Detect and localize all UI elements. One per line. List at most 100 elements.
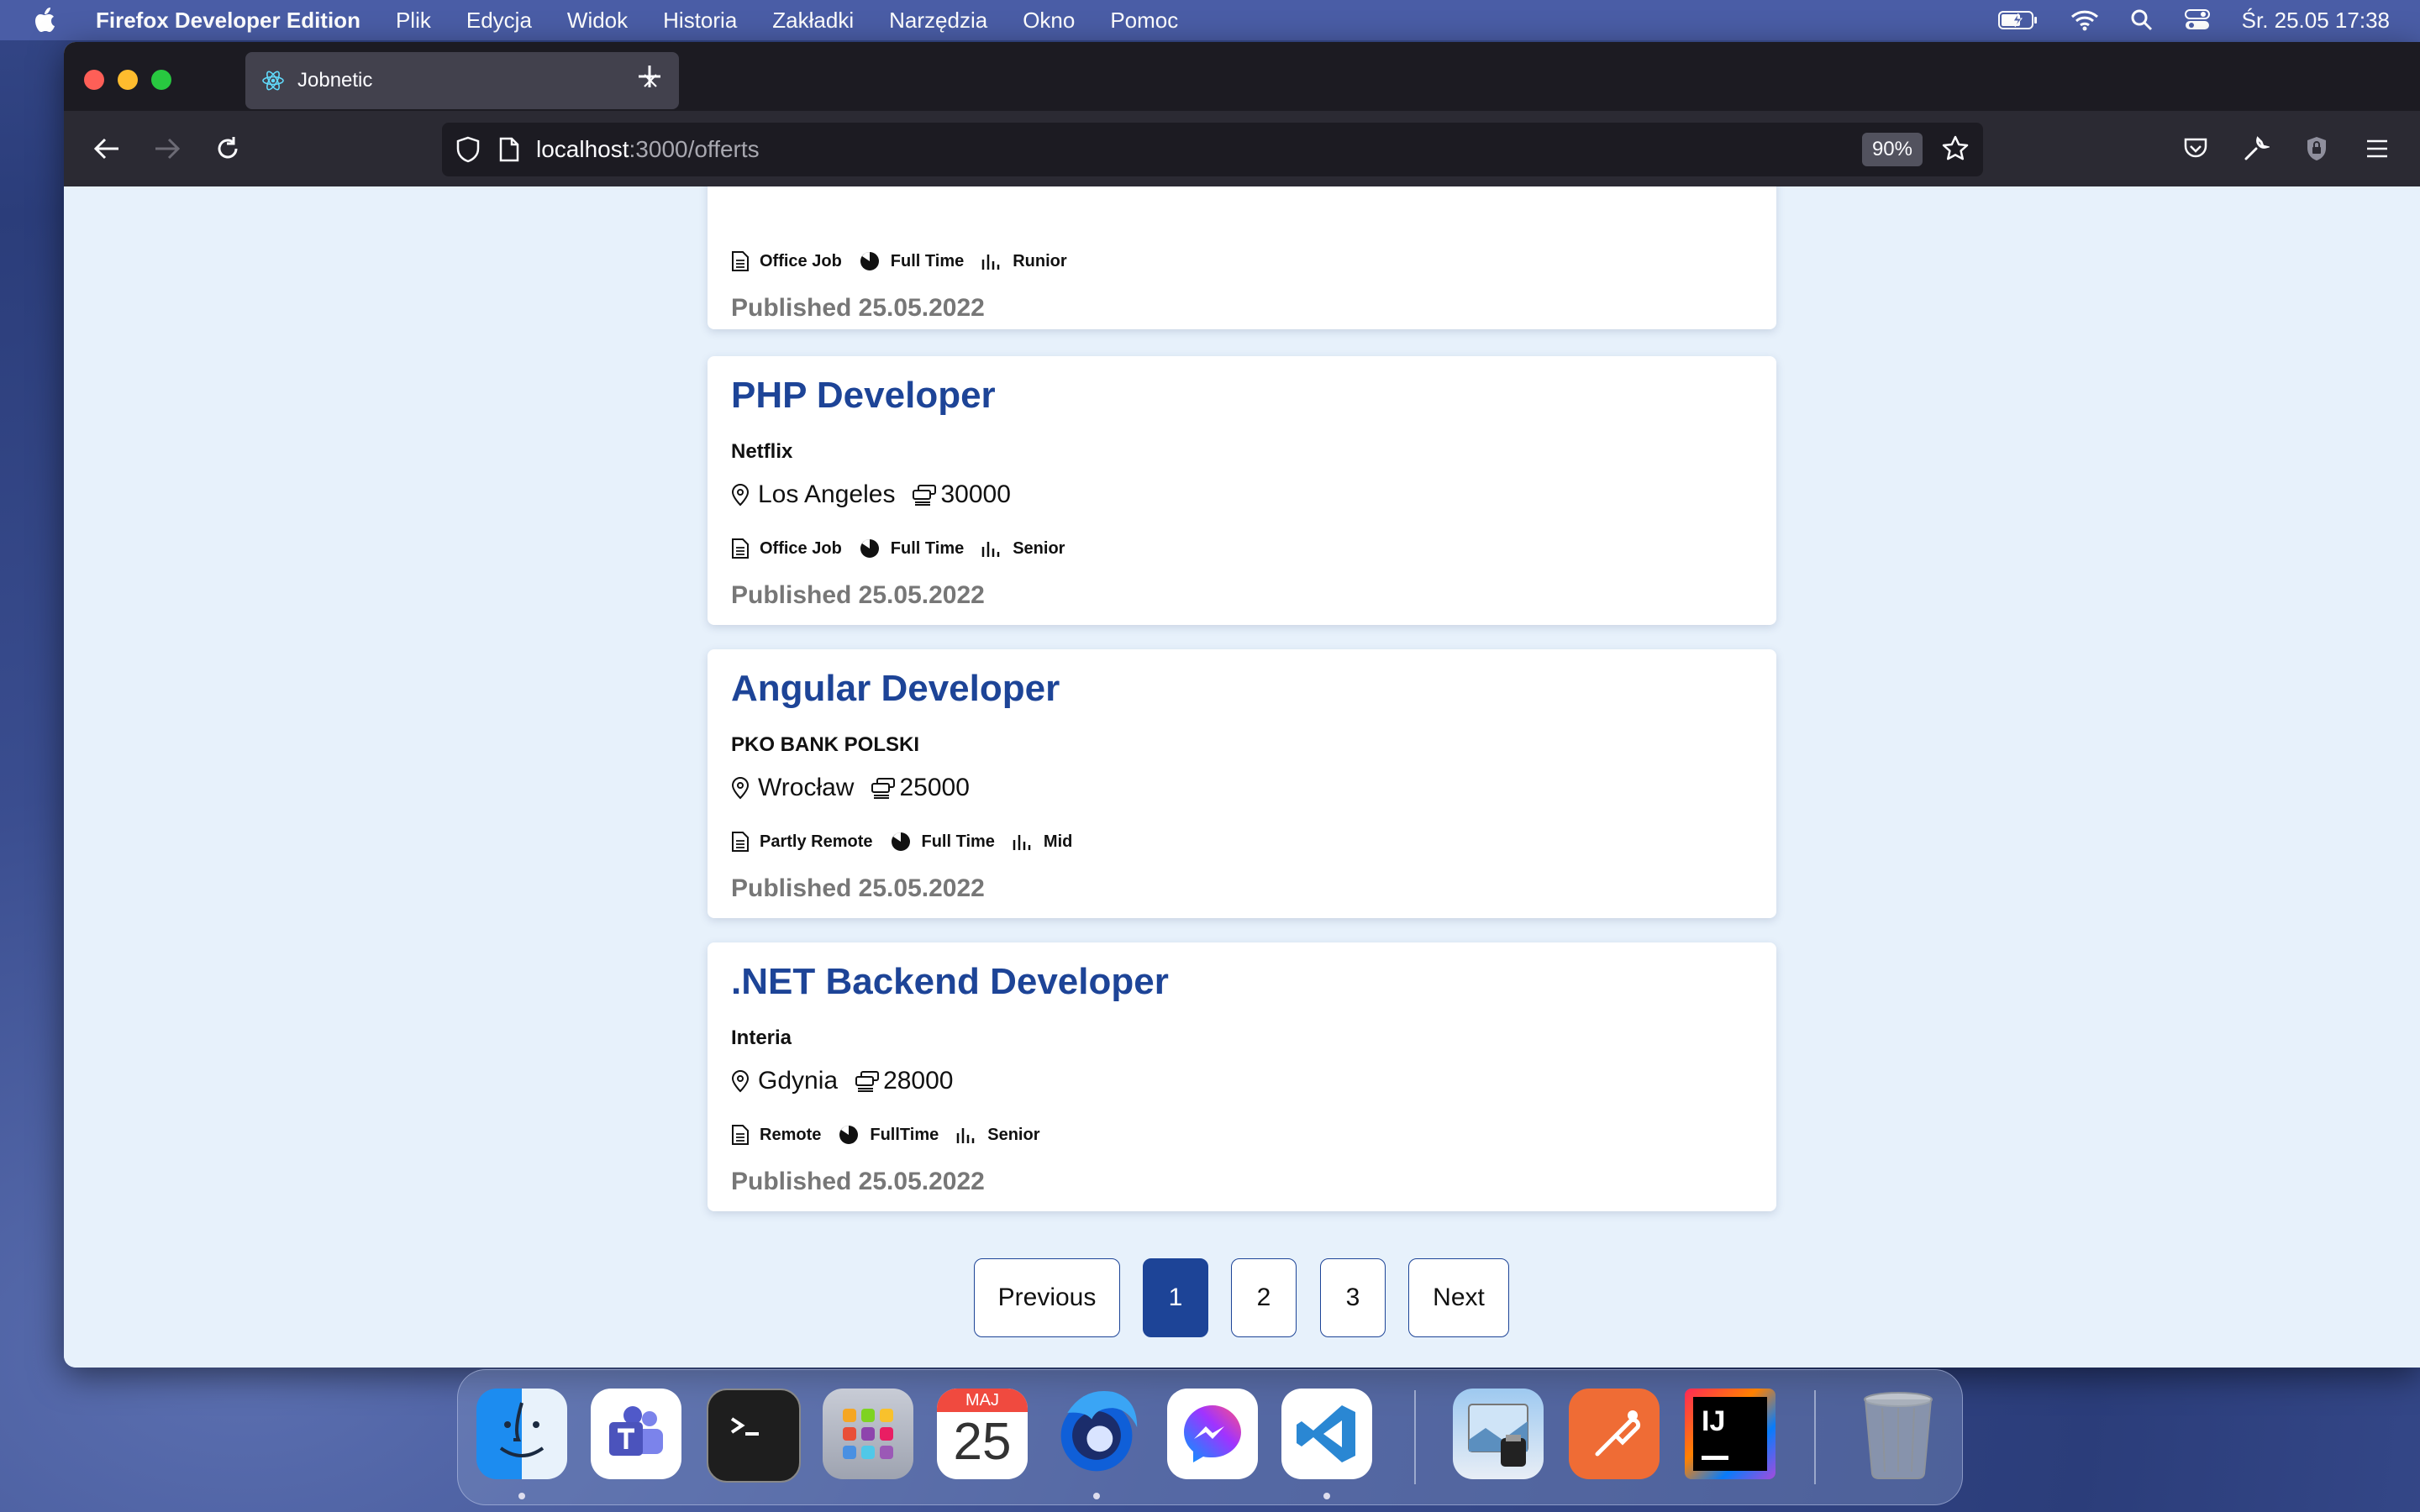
previous-page-button[interactable]: Previous xyxy=(974,1258,1120,1337)
time-label: Full Time xyxy=(890,251,965,270)
calendar-month: MAJ xyxy=(937,1389,1028,1412)
url-bar[interactable]: localhost:3000/offerts 90% xyxy=(442,123,1983,176)
page-info-icon[interactable] xyxy=(499,137,519,162)
level-label: Runior xyxy=(1013,251,1067,270)
page-3-button[interactable]: 3 xyxy=(1320,1258,1386,1337)
menu-edycja[interactable]: Edycja xyxy=(466,8,532,34)
firefox-icon[interactable] xyxy=(1051,1389,1142,1479)
page-2-button[interactable]: 2 xyxy=(1231,1258,1297,1337)
intellij-icon[interactable]: IJ xyxy=(1685,1389,1776,1479)
offer-title[interactable]: .NET Backend Developer xyxy=(731,961,1169,1003)
vscode-icon[interactable] xyxy=(1281,1389,1372,1479)
launchpad-icon[interactable] xyxy=(823,1389,913,1479)
window-close-button[interactable] xyxy=(84,70,104,90)
dock-separator xyxy=(1814,1390,1816,1484)
running-indicator xyxy=(1323,1493,1330,1499)
offer-location: Gdynia xyxy=(758,1067,839,1095)
location-pin-icon xyxy=(731,776,750,800)
next-page-button[interactable]: Next xyxy=(1408,1258,1509,1337)
level-tag: Mid xyxy=(1012,832,1072,852)
menu-narzedzia[interactable]: Narzędzia xyxy=(889,8,987,34)
menu-historia[interactable]: Historia xyxy=(663,8,737,34)
react-favicon-icon xyxy=(260,68,286,93)
menu-zakladki[interactable]: Zakładki xyxy=(772,8,854,34)
time-tag: FullTime xyxy=(838,1124,939,1146)
offer-tags: Office Job Full Time Senior xyxy=(731,538,1081,559)
dock: MAJ 25 IJ xyxy=(457,1369,1963,1505)
bar-level-icon xyxy=(956,1128,975,1143)
menu-widok[interactable]: Widok xyxy=(567,8,628,34)
reload-icon[interactable] xyxy=(208,129,247,168)
published-date: Published 25.05.2022 xyxy=(731,294,985,322)
work-mode-tag: Office Job xyxy=(731,538,842,559)
postman-icon[interactable] xyxy=(1569,1389,1660,1479)
forward-arrow-icon[interactable] xyxy=(148,129,187,168)
time-tag: Full Time xyxy=(859,538,964,559)
window-minimize-button[interactable] xyxy=(118,70,138,90)
teams-icon[interactable] xyxy=(591,1389,681,1479)
apple-menu-icon[interactable] xyxy=(34,7,59,34)
pocket-icon[interactable] xyxy=(2176,129,2215,168)
job-offer-card[interactable]: Office Job Full Time Runior Published 25… xyxy=(708,186,1776,329)
finder-icon[interactable] xyxy=(476,1389,567,1479)
offer-salary: 25000 xyxy=(899,774,970,801)
zoom-level-badge[interactable]: 90% xyxy=(1861,133,1923,166)
menu-okno[interactable]: Okno xyxy=(1023,8,1075,34)
url-host: localhost xyxy=(536,136,629,162)
trash-icon[interactable] xyxy=(1853,1389,1944,1479)
job-offer-card[interactable]: .NET Backend Developer Interia Gdynia 28… xyxy=(708,942,1776,1211)
bookmark-star-icon[interactable] xyxy=(1941,134,1970,163)
browser-window: Jobnetic localhost:3000/offerts 90% Off… xyxy=(64,42,2420,1368)
time-tag: Full Time xyxy=(859,250,964,272)
pie-clock-icon xyxy=(860,539,879,558)
work-mode-label: Remote xyxy=(760,1125,822,1144)
new-tab-button[interactable] xyxy=(635,62,664,95)
offer-company: Interia xyxy=(731,1026,792,1049)
page-1-button[interactable]: 1 xyxy=(1143,1258,1208,1337)
offer-tags: Office Job Full Time Runior xyxy=(731,250,1084,272)
level-label: Mid xyxy=(1043,832,1073,851)
work-mode-label: Partly Remote xyxy=(760,832,873,851)
menu-bar: Firefox Developer Edition Plik Edycja Wi… xyxy=(0,0,2420,40)
menu-plik[interactable]: Plik xyxy=(396,8,431,34)
preview-icon[interactable] xyxy=(1453,1389,1544,1479)
money-stack-icon xyxy=(855,1070,880,1092)
devtools-wrench-icon[interactable] xyxy=(2237,129,2275,168)
offer-location: Los Angeles xyxy=(758,480,896,508)
running-indicator xyxy=(1093,1493,1100,1499)
tab-title: Jobnetic xyxy=(297,69,373,92)
job-offer-card[interactable]: Angular Developer PKO BANK POLSKI Wrocła… xyxy=(708,649,1776,918)
back-arrow-icon[interactable] xyxy=(87,129,126,168)
offer-location-salary: Gdynia 28000 xyxy=(731,1067,954,1095)
tab-jobnetic[interactable]: Jobnetic xyxy=(245,52,679,109)
spotlight-search-icon[interactable] xyxy=(2131,9,2153,31)
window-maximize-button[interactable] xyxy=(151,70,171,90)
document-icon xyxy=(732,538,749,559)
terminal-icon[interactable] xyxy=(707,1389,801,1483)
menubar-clock[interactable]: Śr. 25.05 17:38 xyxy=(2242,8,2390,34)
pagination: Previous 1 2 3 Next xyxy=(64,1258,2420,1339)
extension-shield-icon[interactable] xyxy=(2297,129,2336,168)
job-offer-card[interactable]: PHP Developer Netflix Los Angeles 30000 … xyxy=(708,356,1776,625)
dock-separator xyxy=(1414,1390,1416,1484)
navigation-toolbar: localhost:3000/offerts 90% xyxy=(64,111,2420,186)
bar-level-icon xyxy=(981,255,1000,270)
app-name-menu[interactable]: Firefox Developer Edition xyxy=(96,8,360,34)
calendar-icon[interactable]: MAJ 25 xyxy=(937,1389,1028,1479)
pie-clock-icon xyxy=(860,252,879,270)
time-tag: Full Time xyxy=(890,831,995,853)
work-mode-tag: Partly Remote xyxy=(731,831,873,853)
menu-pomoc[interactable]: Pomoc xyxy=(1110,8,1178,34)
control-center-icon[interactable] xyxy=(2184,9,2210,31)
battery-icon[interactable] xyxy=(1997,10,2039,30)
offer-title[interactable]: Angular Developer xyxy=(731,668,1060,710)
svg-text:IJ: IJ xyxy=(1702,1405,1725,1437)
offer-company: Netflix xyxy=(731,440,793,463)
wifi-icon[interactable] xyxy=(2070,9,2099,31)
hamburger-menu-icon[interactable] xyxy=(2358,129,2396,168)
tracking-protection-shield-icon[interactable] xyxy=(455,136,481,163)
offer-title[interactable]: PHP Developer xyxy=(731,375,996,417)
offer-salary: 28000 xyxy=(883,1067,954,1095)
time-label: Full Time xyxy=(921,832,995,851)
messenger-icon[interactable] xyxy=(1167,1389,1258,1479)
